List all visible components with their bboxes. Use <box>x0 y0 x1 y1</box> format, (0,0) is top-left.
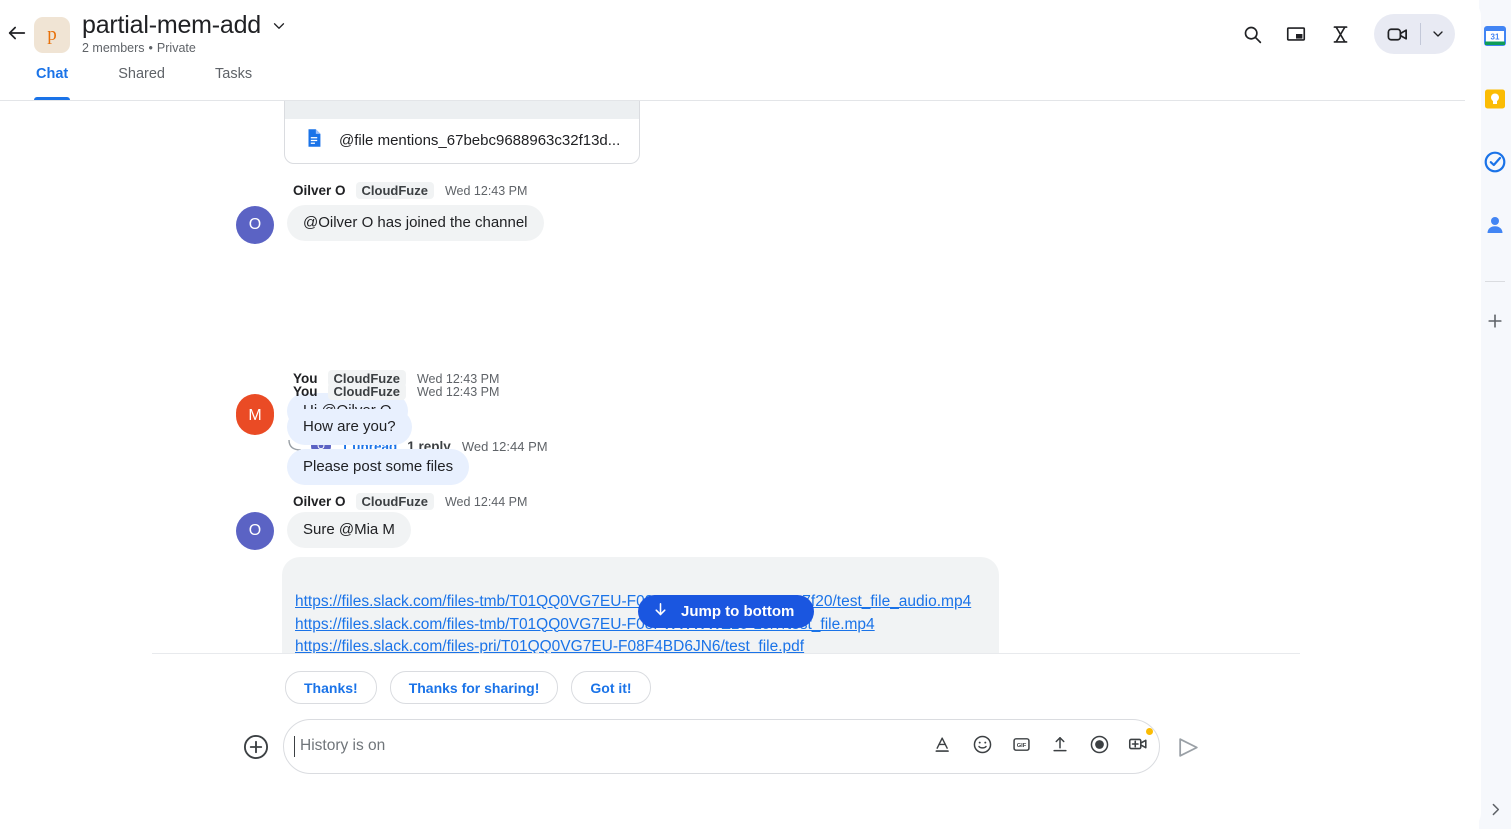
chevron-down-icon[interactable] <box>270 17 288 35</box>
message-author: You <box>293 384 318 399</box>
file-preview-thumbnail <box>285 101 639 119</box>
composer-toolbar: GIF <box>930 728 1153 757</box>
chat-window: p partial-mem-add 2 members • Private Ch… <box>0 0 1479 829</box>
video-call-button[interactable] <box>1374 14 1420 54</box>
avatar: O <box>236 512 274 550</box>
upload-icon[interactable] <box>1047 731 1073 757</box>
back-arrow-icon[interactable] <box>0 18 34 48</box>
message-bubble[interactable]: Sure @Mia M <box>287 512 411 548</box>
file-name: @file mentions_67bebc9688963c32f13d... <box>339 132 621 149</box>
message-input-placeholder: History is on <box>300 737 386 754</box>
shared-link[interactable]: https://files.slack.com/files-pri/T01QQ0… <box>282 636 999 653</box>
smart-reply-thanks[interactable]: Thanks! <box>285 671 377 704</box>
message-meta: You CloudFuze Wed 12:43 PM <box>293 383 499 400</box>
avatar: O <box>236 206 274 244</box>
header-actions <box>1230 14 1455 54</box>
tab-tasks[interactable]: Tasks <box>201 66 266 100</box>
hourglass-icon[interactable] <box>1318 14 1362 54</box>
text-cursor <box>294 736 295 757</box>
room-title-row: partial-mem-add <box>82 11 288 40</box>
tab-shared[interactable]: Shared <box>104 66 179 100</box>
send-button[interactable] <box>1174 733 1202 761</box>
file-card-footer: @file mentions_67bebc9688963c32f13d... <box>285 119 639 162</box>
org-badge: CloudFuze <box>355 182 434 199</box>
call-options-chevron-icon[interactable] <box>1421 14 1455 54</box>
member-count: 2 members <box>82 41 145 55</box>
google-docs-icon <box>303 127 325 154</box>
svg-text:GIF: GIF <box>1016 742 1026 748</box>
message-bubble[interactable]: How are you? <box>287 409 412 445</box>
message-list[interactable]: @file mentions_67bebc9688963c32f13d... O… <box>0 101 1479 653</box>
message-bubble[interactable]: @Oilver O has joined the channel <box>287 205 544 241</box>
subtitle-separator: • <box>148 41 153 55</box>
arrow-down-icon <box>652 601 669 623</box>
svg-text:31: 31 <box>1491 33 1500 42</box>
org-badge: CloudFuze <box>355 493 434 510</box>
video-call-button-group <box>1374 14 1455 54</box>
tab-chat[interactable]: Chat <box>22 66 82 100</box>
google-contacts-icon[interactable] <box>1483 213 1507 237</box>
room-subtitle: 2 members • Private <box>82 41 196 55</box>
message-bubble[interactable]: Please post some files <box>287 449 470 485</box>
plus-circle-icon[interactable] <box>241 732 270 761</box>
message-author: Oilver O <box>293 494 346 509</box>
composer-divider <box>152 653 1300 654</box>
google-keep-icon[interactable] <box>1483 87 1507 111</box>
org-badge: CloudFuze <box>327 383 406 400</box>
search-icon[interactable] <box>1230 14 1274 54</box>
record-icon[interactable] <box>1086 731 1112 757</box>
side-panel-divider <box>1485 281 1505 282</box>
message-timestamp: Wed 12:43 PM <box>416 384 500 399</box>
add-video-icon[interactable] <box>1125 728 1153 757</box>
gif-icon[interactable]: GIF <box>1008 731 1034 757</box>
room-avatar: p <box>34 17 70 53</box>
message-timestamp: Wed 12:43 PM <box>444 183 528 198</box>
thread-timestamp: Wed 12:44 PM <box>461 438 548 454</box>
file-attachment-card[interactable]: @file mentions_67bebc9688963c32f13d... <box>284 101 640 164</box>
chat-tabs: Chat Shared Tasks <box>0 66 1479 101</box>
smart-reply-got-it[interactable]: Got it! <box>571 671 651 704</box>
message-meta: Oilver O CloudFuze Wed 12:44 PM <box>293 493 527 510</box>
room-visibility: Private <box>156 41 196 55</box>
message-meta: Oilver O CloudFuze Wed 12:43 PM <box>293 182 527 199</box>
emoji-icon[interactable] <box>969 731 995 757</box>
panel-rounded-edge <box>1465 0 1481 829</box>
message-timestamp: Wed 12:44 PM <box>444 494 528 509</box>
jump-to-bottom-label: Jump to bottom <box>681 603 795 620</box>
add-addon-icon[interactable] <box>1483 309 1507 333</box>
smart-reply-thanks-for-sharing[interactable]: Thanks for sharing! <box>389 671 559 704</box>
new-feature-badge <box>1146 728 1153 735</box>
format-text-icon[interactable] <box>930 731 956 757</box>
workspace-side-panel: 31 <box>1465 0 1511 829</box>
google-calendar-icon[interactable]: 31 <box>1483 24 1507 48</box>
expand-panel-chevron-icon[interactable] <box>1484 798 1506 820</box>
message-author: Oilver O <box>293 183 346 198</box>
chat-header: p partial-mem-add 2 members • Private <box>0 0 1479 66</box>
page-title: partial-mem-add <box>82 11 262 39</box>
jump-to-bottom-button[interactable]: Jump to bottom <box>638 595 815 628</box>
picture-in-picture-icon[interactable] <box>1274 14 1318 54</box>
google-tasks-icon[interactable] <box>1483 150 1507 174</box>
smart-reply-chips: Thanks! Thanks for sharing! Got it! <box>285 671 651 704</box>
avatar: M <box>236 397 274 435</box>
